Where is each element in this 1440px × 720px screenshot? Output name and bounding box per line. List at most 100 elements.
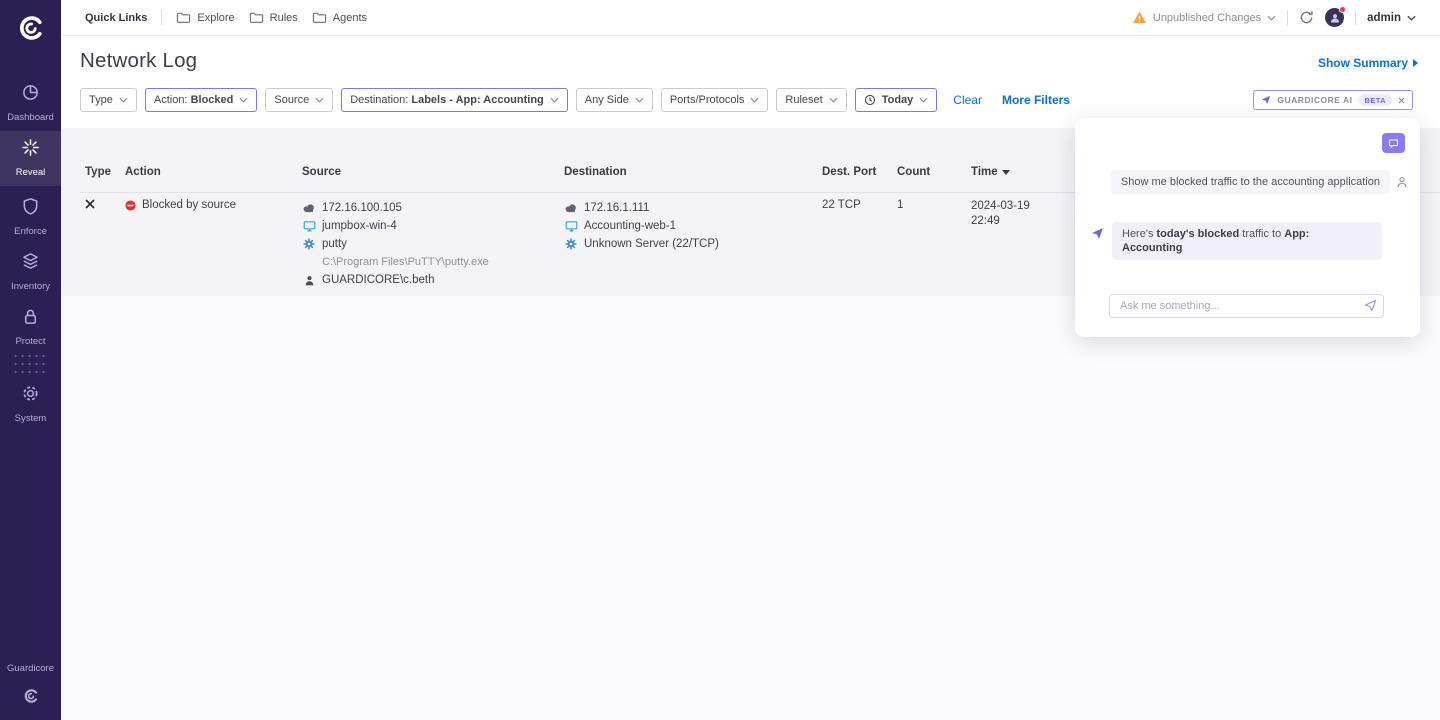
- sidebar-item-dashboard[interactable]: Dashboard: [0, 76, 61, 131]
- filter-ruleset[interactable]: Ruleset: [776, 88, 846, 112]
- sidebar-item-protect[interactable]: Protect: [0, 300, 61, 355]
- column-header-action: Action: [125, 166, 161, 178]
- row-source-cell: 172.16.100.105 jumpbox-win-4 putty C:\Pr…: [302, 199, 489, 289]
- column-header-type: Type: [85, 166, 111, 178]
- close-icon[interactable]: [1398, 97, 1405, 104]
- topbar-link-rules[interactable]: Rules: [249, 10, 298, 25]
- filter-any-side[interactable]: Any Side: [576, 88, 653, 112]
- row-destination-cell: 172.16.1.111 Accounting-web-1 Unknown Se…: [564, 199, 719, 253]
- divider: [1355, 10, 1356, 25]
- topbar-link-label: Explore: [197, 12, 234, 24]
- chevron-down-icon: [919, 97, 928, 103]
- action-label: Blocked by source: [142, 199, 236, 211]
- show-summary-label: Show Summary: [1318, 56, 1408, 70]
- topbar-link-agents[interactable]: Agents: [312, 10, 367, 25]
- new-chat-button[interactable]: [1382, 133, 1405, 153]
- topbar-link-explore[interactable]: Explore: [176, 10, 234, 25]
- system-gear-icon: [21, 384, 40, 403]
- folder-icon: [312, 10, 327, 25]
- filter-destination[interactable]: Destination: Labels - App: Accounting: [341, 88, 568, 112]
- avatar-icon: [1329, 12, 1341, 24]
- row-type-cell: [85, 199, 95, 212]
- sidebar-dotted-separator: [12, 352, 49, 378]
- warning-icon: [1132, 10, 1147, 25]
- notifications-avatar[interactable]: [1325, 8, 1344, 27]
- ai-chip-brand: GUARDICORE AI: [1277, 95, 1352, 105]
- source-ip: 172.16.100.105: [302, 199, 489, 217]
- process-icon: [302, 238, 316, 250]
- quick-links-label: Quick Links: [85, 12, 147, 24]
- sidebar-item-system[interactable]: System: [0, 377, 61, 432]
- show-summary-link[interactable]: Show Summary: [1318, 56, 1418, 70]
- ai-input[interactable]: [1109, 294, 1384, 318]
- chat-icon: [1388, 138, 1399, 149]
- user-menu[interactable]: admin: [1367, 12, 1416, 24]
- refresh-icon[interactable]: [1299, 10, 1314, 25]
- divider: [161, 10, 162, 25]
- user-icon: [302, 275, 316, 286]
- filter-bar: Type Action: Blocked Source Destination:…: [80, 88, 1070, 112]
- filter-time-today[interactable]: Today: [855, 88, 938, 112]
- caret-right-icon: [1412, 59, 1418, 67]
- row-dest-port-cell: 22 TCP: [822, 199, 861, 211]
- column-header-time[interactable]: Time: [971, 166, 1010, 178]
- chevron-down-icon: [119, 97, 128, 103]
- unpublished-changes-label: Unpublished Changes: [1153, 12, 1261, 24]
- row-time-cell: 2024-03-19 22:49: [971, 199, 1049, 229]
- topbar-link-label: Rules: [270, 12, 298, 24]
- ai-chip-beta-badge: BETA: [1359, 94, 1392, 106]
- chevron-down-icon: [1267, 15, 1276, 21]
- ai-bot-icon: [1091, 227, 1104, 240]
- divider: [1287, 10, 1288, 25]
- cloud-icon: [302, 203, 316, 213]
- host-icon: [302, 220, 316, 232]
- sidebar-item-reveal[interactable]: Reveal: [0, 131, 61, 186]
- chevron-down-icon: [239, 97, 248, 103]
- sidebar-item-inventory[interactable]: Inventory: [0, 245, 61, 300]
- column-header-count: Count: [897, 166, 930, 178]
- page-header-area: [61, 36, 1440, 128]
- unpublished-changes-menu[interactable]: Unpublished Changes: [1132, 10, 1276, 25]
- sidebar-item-label: Dashboard: [0, 112, 61, 123]
- row-action-cell: Blocked by source: [125, 199, 236, 211]
- notification-badge: [1339, 6, 1346, 13]
- chevron-down-icon: [829, 97, 838, 103]
- filter-ports-protocols[interactable]: Ports/Protocols: [661, 88, 769, 112]
- column-header-destination: Destination: [564, 166, 627, 178]
- column-header-dest-port: Dest. Port: [822, 166, 876, 178]
- sidebar-item-label: Protect: [0, 336, 61, 347]
- destination-ip: 172.16.1.111: [564, 199, 719, 217]
- sidebar-bottom-logo: [0, 688, 61, 704]
- user-icon: [1396, 176, 1408, 188]
- filter-type[interactable]: Type: [80, 88, 137, 112]
- send-icon[interactable]: [1364, 299, 1377, 312]
- user-message-bubble: Show me blocked traffic to the accountin…: [1111, 170, 1390, 194]
- host-icon: [564, 220, 578, 232]
- ai-message-bubble: Here's today's blocked traffic to App: A…: [1112, 222, 1382, 260]
- sidebar-item-enforce[interactable]: Enforce: [0, 190, 61, 245]
- clear-filters-link[interactable]: Clear: [953, 93, 982, 107]
- folder-icon: [176, 10, 191, 25]
- ai-assistant-panel: Show me blocked traffic to the accountin…: [1075, 118, 1420, 337]
- filter-source[interactable]: Source: [265, 88, 333, 112]
- column-header-source: Source: [302, 166, 341, 178]
- folder-icon: [249, 10, 264, 25]
- guardicore-logo-icon: [17, 14, 45, 42]
- source-host: jumpbox-win-4: [302, 217, 489, 235]
- filter-action[interactable]: Action: Blocked: [145, 88, 258, 112]
- sidebar-item-label: Reveal: [0, 167, 61, 178]
- reveal-icon: [21, 138, 40, 157]
- sort-desc-icon: [1002, 170, 1010, 175]
- protect-lock-icon: [21, 307, 40, 326]
- chevron-down-icon: [635, 97, 644, 103]
- more-filters-link[interactable]: More Filters: [1002, 93, 1070, 107]
- sidebar-item-label: Enforce: [0, 226, 61, 237]
- destination-host: Accounting-web-1: [564, 217, 719, 235]
- chevron-down-icon: [315, 97, 324, 103]
- sidebar-item-label: Inventory: [0, 281, 61, 292]
- chevron-down-icon: [1407, 15, 1416, 21]
- guardicore-ai-chip[interactable]: GUARDICORE AI BETA: [1253, 90, 1413, 110]
- topbar-link-label: Agents: [333, 12, 367, 24]
- topbar: Quick Links Explore Rules Agents Unpubli…: [61, 0, 1440, 36]
- username-label: admin: [1367, 12, 1401, 24]
